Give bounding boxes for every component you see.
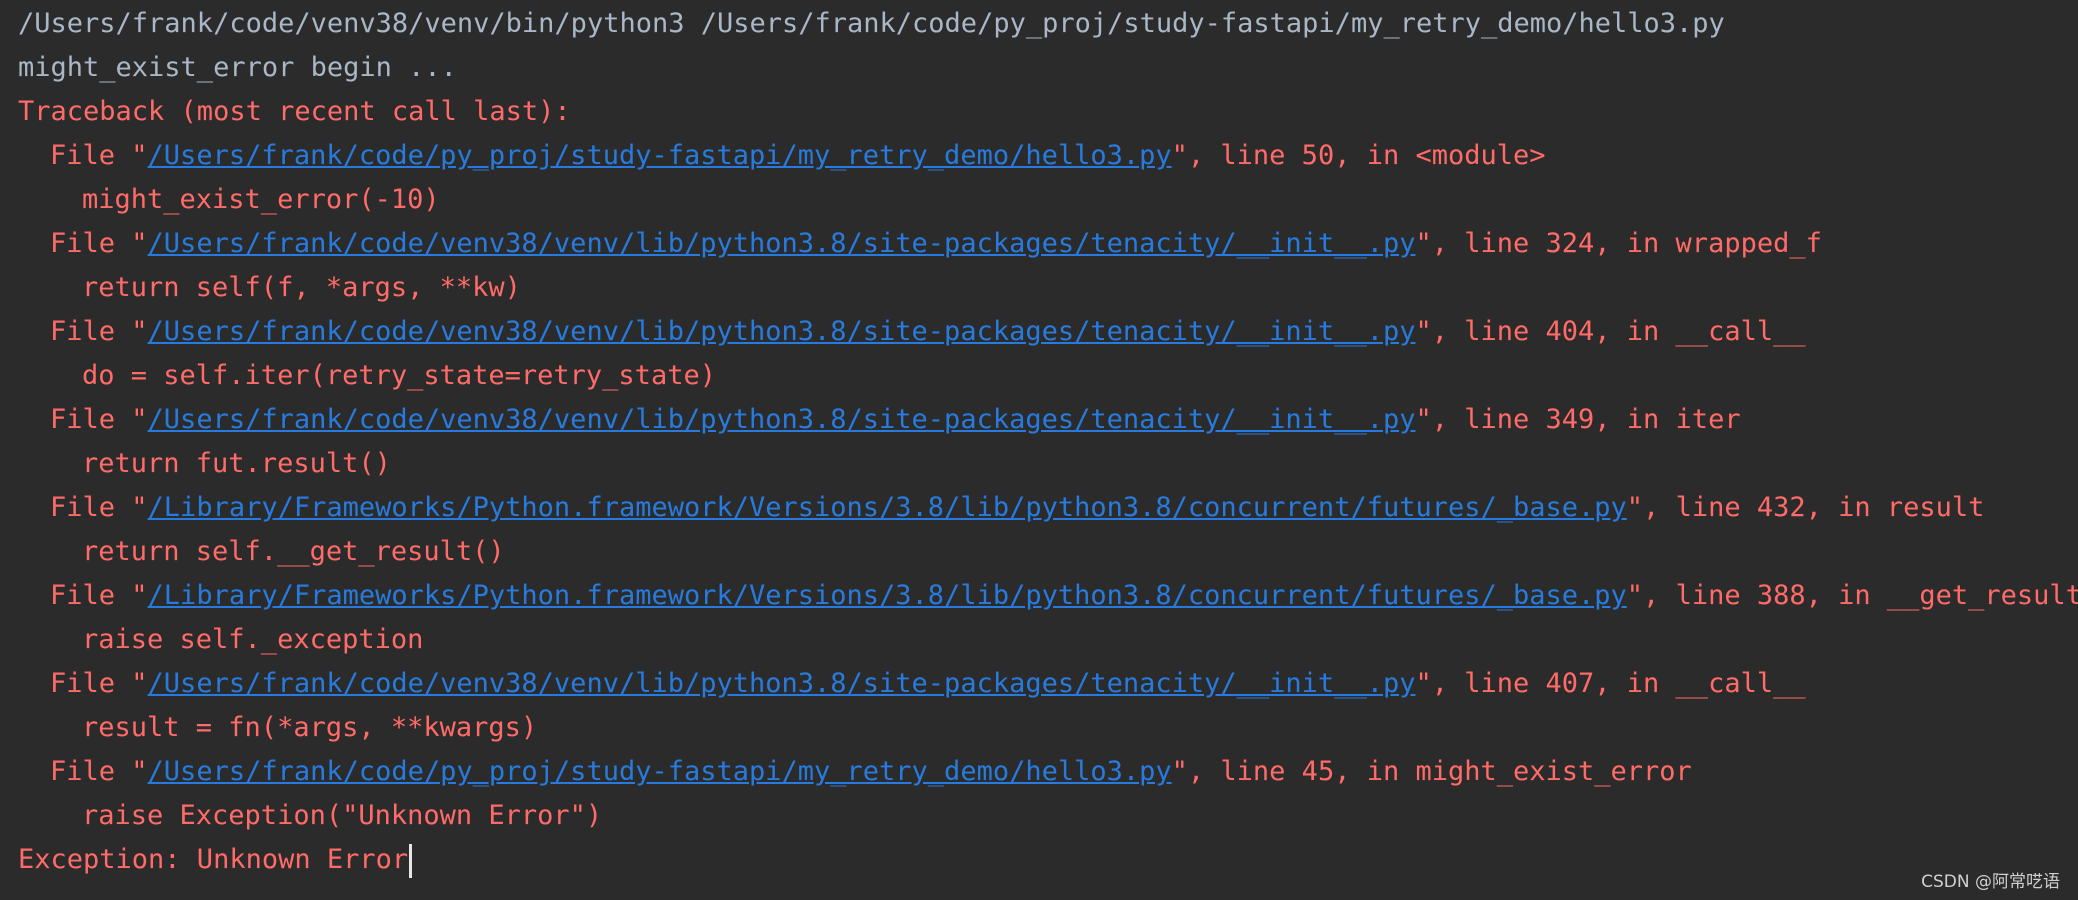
traceback-file-link[interactable]: /Users/frank/code/py_proj/study-fastapi/… xyxy=(148,140,1172,171)
run-console-output: /Users/frank/code/venv38/venv/bin/python… xyxy=(0,0,2078,900)
traceback-frame-file-line: File "/Users/frank/code/venv38/venv/lib/… xyxy=(50,316,1806,347)
exception-message: Exception: Unknown Error xyxy=(0,838,2078,882)
command-line: /Users/frank/code/venv38/venv/bin/python… xyxy=(18,8,1725,39)
traceback-file-link[interactable]: /Library/Frameworks/Python.framework/Ver… xyxy=(148,492,1627,523)
traceback-frame-code: result = fn(*args, **kwargs) xyxy=(82,712,538,743)
traceback-frame-code: return fut.result() xyxy=(82,448,391,479)
traceback-frame-file-line: File "/Users/frank/code/venv38/venv/lib/… xyxy=(50,404,1741,435)
begin-message: might_exist_error begin ... xyxy=(18,52,457,83)
traceback-frame-file-line: File "/Users/frank/code/py_proj/study-fa… xyxy=(50,756,1692,787)
traceback-file-link[interactable]: /Users/frank/code/venv38/venv/lib/python… xyxy=(148,316,1416,347)
traceback-frame-code: raise self._exception xyxy=(82,624,424,655)
traceback-file-link[interactable]: /Users/frank/code/venv38/venv/lib/python… xyxy=(148,668,1416,699)
traceback-frame-code: might_exist_error(-10) xyxy=(82,184,440,215)
traceback-file-link[interactable]: /Users/frank/code/py_proj/study-fastapi/… xyxy=(148,756,1172,787)
traceback-frame-file-line: File "/Users/frank/code/venv38/venv/lib/… xyxy=(50,668,1806,699)
traceback-frame-file-line: File "/Library/Frameworks/Python.framewo… xyxy=(50,580,2078,611)
traceback-frame-code: return self(f, *args, **kw) xyxy=(82,272,521,303)
text-cursor xyxy=(409,843,413,878)
traceback-file-link[interactable]: /Users/frank/code/venv38/venv/lib/python… xyxy=(148,404,1416,435)
traceback-header: Traceback (most recent call last): xyxy=(18,96,571,127)
traceback-frame-file-line: File "/Library/Frameworks/Python.framewo… xyxy=(50,492,1985,523)
traceback-frame-file-line: File "/Users/frank/code/py_proj/study-fa… xyxy=(50,140,1546,171)
traceback-file-link[interactable]: /Users/frank/code/venv38/venv/lib/python… xyxy=(148,228,1416,259)
traceback-frame-code: raise Exception("Unknown Error") xyxy=(82,800,603,831)
traceback-frame-file-line: File "/Users/frank/code/venv38/venv/lib/… xyxy=(50,228,1822,259)
watermark: CSDN @阿常呓语 xyxy=(1921,872,2060,892)
traceback-frame-code: return self.__get_result() xyxy=(82,536,505,567)
traceback-file-link[interactable]: /Library/Frameworks/Python.framework/Ver… xyxy=(148,580,1627,611)
traceback-frame-code: do = self.iter(retry_state=retry_state) xyxy=(82,360,716,391)
